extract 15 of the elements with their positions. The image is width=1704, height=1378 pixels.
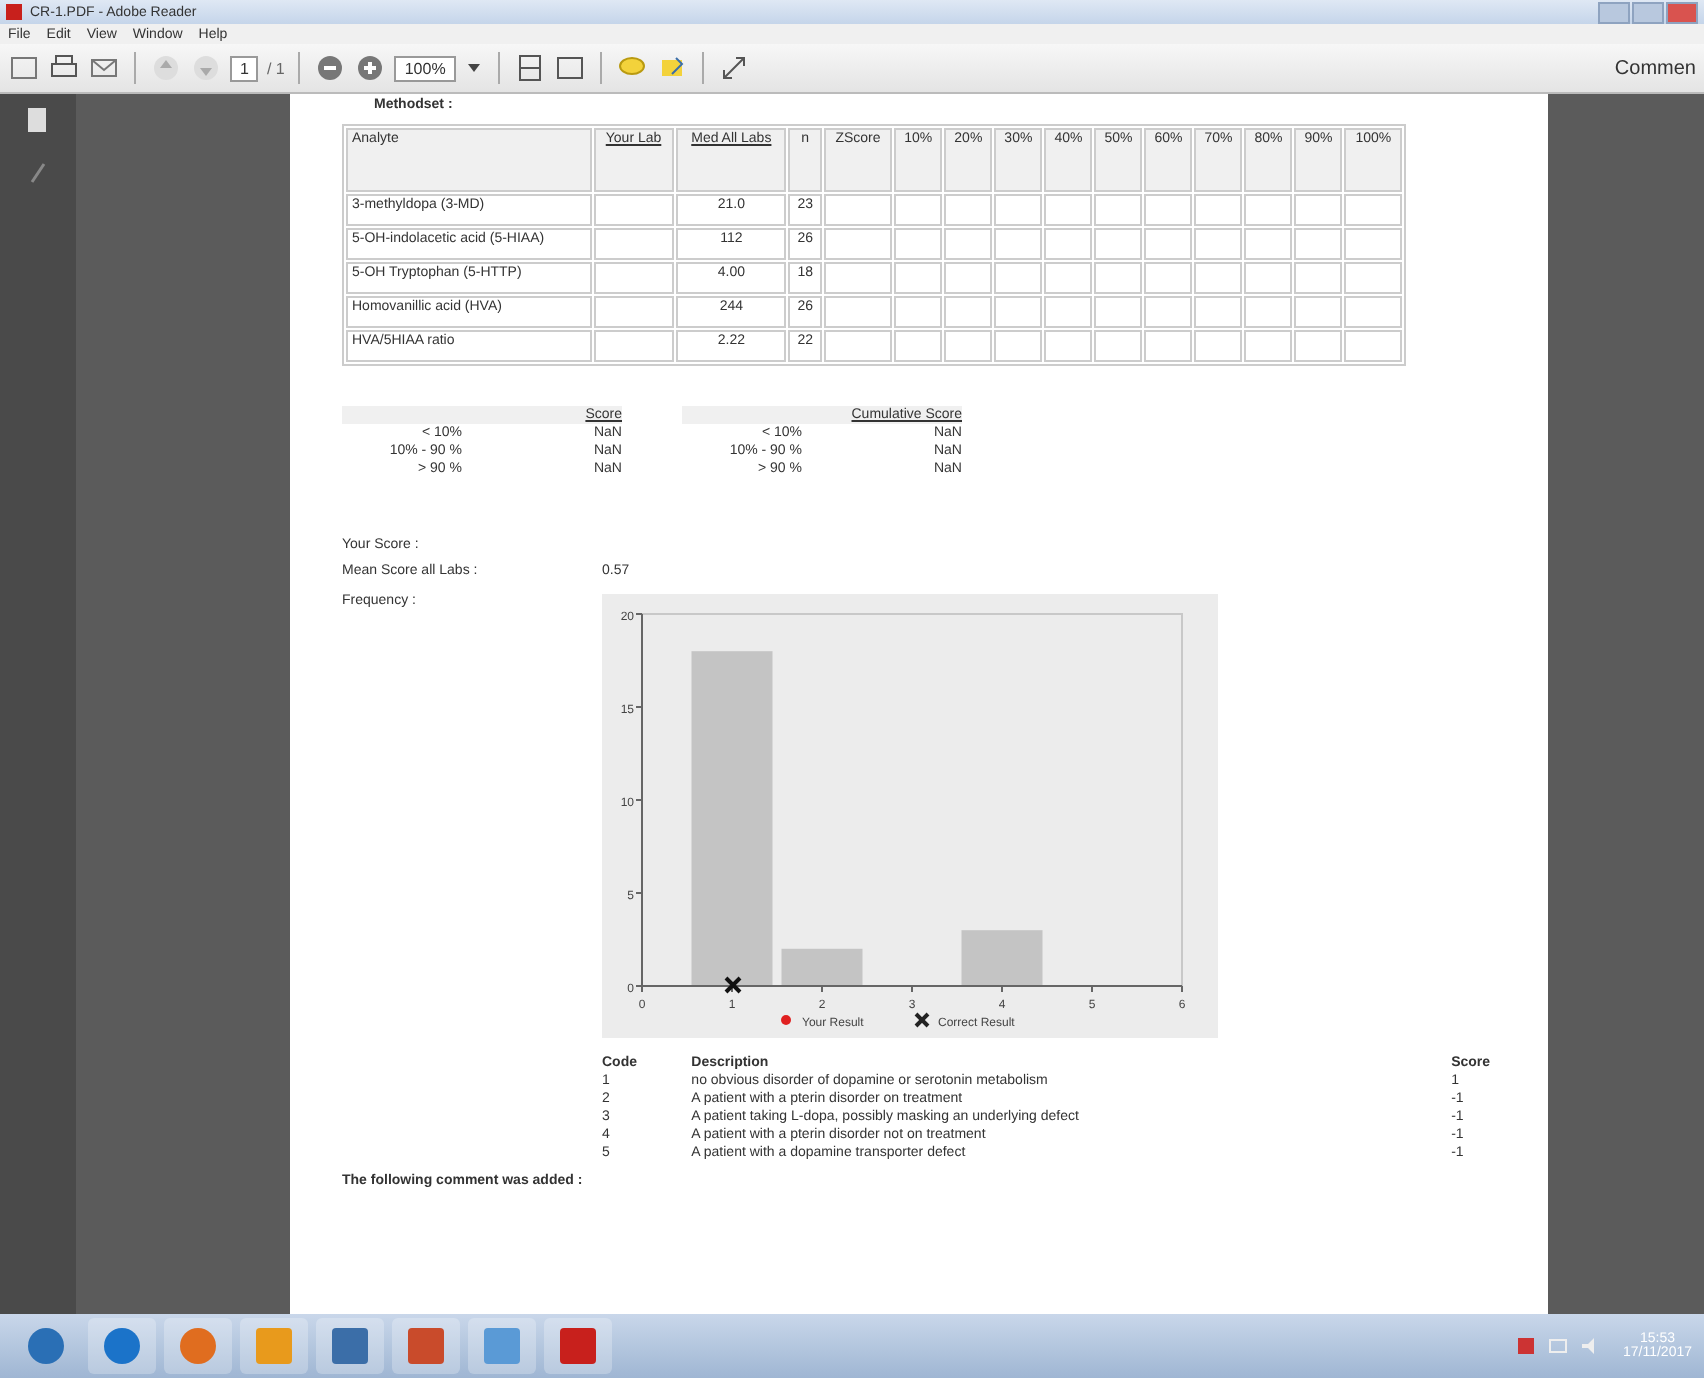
zoom-dropdown[interactable]: 100% bbox=[394, 55, 456, 81]
page-total: / 1 bbox=[266, 59, 285, 77]
fit-page-icon[interactable] bbox=[513, 52, 546, 84]
pages-icon[interactable] bbox=[26, 106, 50, 134]
minimize-button[interactable] bbox=[1598, 1, 1630, 23]
cross-marker bbox=[724, 976, 742, 994]
fit-width-icon[interactable] bbox=[553, 52, 586, 84]
comment-tab[interactable]: Commen bbox=[1614, 57, 1696, 79]
maximize-button[interactable] bbox=[1632, 1, 1664, 23]
app-icon[interactable] bbox=[316, 1318, 384, 1374]
zoom-in-icon[interactable] bbox=[354, 52, 387, 84]
page-number-field[interactable]: 1 bbox=[230, 55, 259, 81]
zoom-out-icon[interactable] bbox=[314, 52, 347, 84]
close-button[interactable] bbox=[1666, 1, 1698, 23]
expand-icon[interactable] bbox=[717, 52, 750, 84]
